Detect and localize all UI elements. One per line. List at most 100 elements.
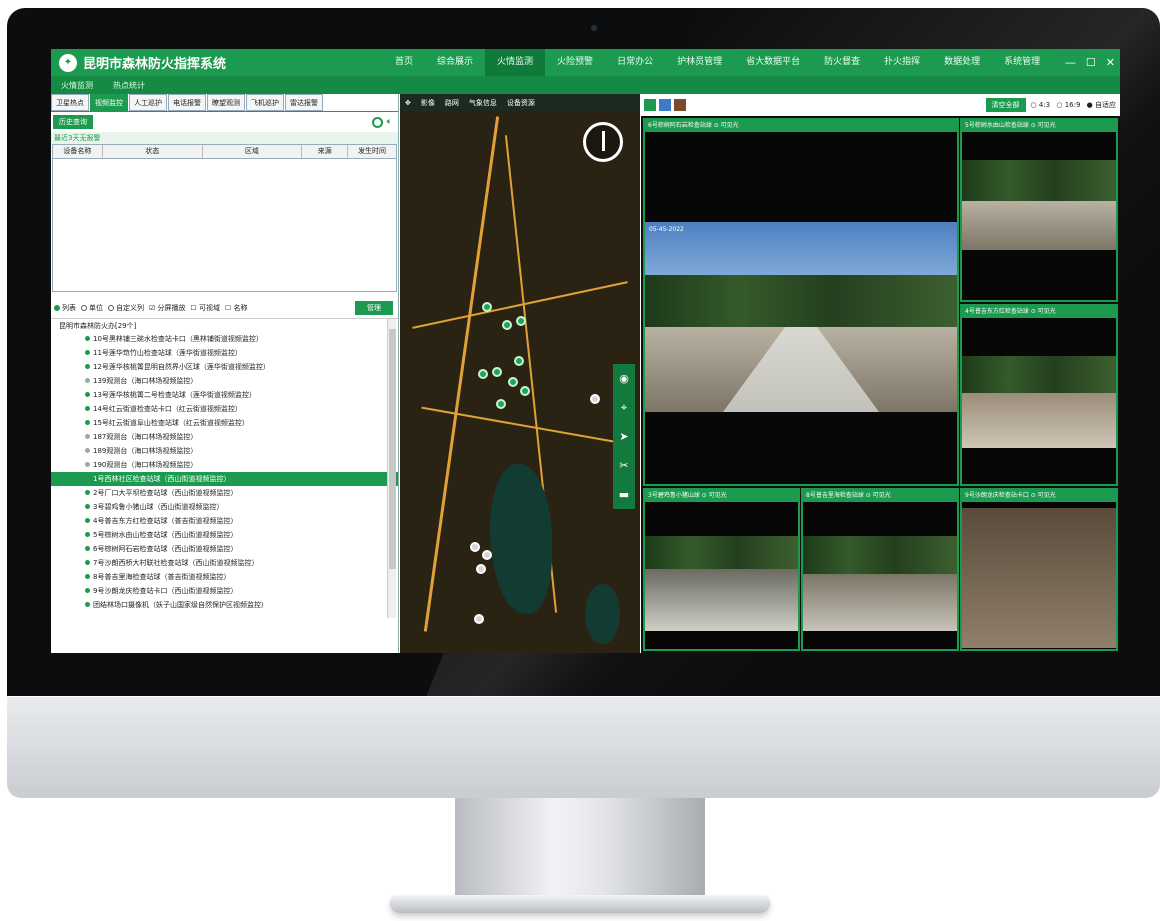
camera-marker-offline[interactable] — [482, 550, 492, 560]
ratio-adaptive[interactable]: ● 自适应 — [1087, 101, 1116, 109]
option-custom[interactable]: 自定义列 — [108, 303, 144, 313]
tree-scrollbar[interactable] — [387, 319, 396, 618]
nav-data[interactable]: 数据处理 — [932, 49, 992, 76]
tree-item-selected[interactable]: 1号西林社区检查站球（西山街道视频监控） — [51, 472, 398, 486]
move-icon[interactable]: ✥ — [400, 99, 416, 107]
camera-marker-offline[interactable] — [470, 542, 480, 552]
tree-item[interactable]: 3号碧鸡鲁小猪山球（西山街道视频监控） — [51, 500, 398, 514]
nav-system[interactable]: 系统管理 — [992, 49, 1052, 76]
tree-item[interactable]: 139观测台（海口林场视频监控） — [51, 374, 398, 388]
option-split-play[interactable]: ☑ 分屏播放 — [149, 303, 186, 313]
tab-radar[interactable]: 雷达报警 — [285, 94, 323, 111]
col-region[interactable]: 区域 — [203, 145, 303, 158]
tab-aircraft[interactable]: 飞机巡护 — [246, 94, 284, 111]
tree-item[interactable]: 14号红云街道检查站卡口（红云街道视频监控） — [51, 402, 398, 416]
tab-phone[interactable]: 电话报警 — [168, 94, 206, 111]
scrollbar-thumb[interactable] — [389, 329, 396, 569]
camera-marker[interactable] — [516, 316, 526, 326]
speaker-icon[interactable]: 🔈︎ — [387, 117, 392, 127]
tree-root[interactable]: 昆明市森林防火办[29个] — [51, 319, 398, 332]
tree-item[interactable]: 5号棕树水由山检查站球（西山街道视频监控） — [51, 528, 398, 542]
option-list[interactable]: 列表 — [54, 303, 76, 313]
tab-patrol[interactable]: 人工巡护 — [129, 94, 167, 111]
camera-marker-offline[interactable] — [476, 564, 486, 574]
camera-marker[interactable] — [492, 367, 502, 377]
tree-item[interactable]: 团结林场口摄像机（妖子山国家级自然保护区视频监控） — [51, 598, 398, 612]
tree-item[interactable]: 4号普吉东方红检查站球（普吉街道视频监控） — [51, 514, 398, 528]
tree-item[interactable]: 12号莲华核桃箐昆明自然界小区球（莲华街道视频监控） — [51, 360, 398, 374]
nav-ranger[interactable]: 护林员管理 — [665, 49, 734, 76]
subnav-fire-monitor[interactable]: 火情监测 — [51, 80, 103, 91]
tree-item[interactable]: 10号黑林铺三碗水检查站卡口（黑林铺街道视频监控） — [51, 332, 398, 346]
video-pane[interactable]: 5号棕树水由山检查站球 ⊙ 可见光 — [960, 118, 1118, 302]
refresh-icon[interactable] — [371, 116, 383, 128]
col-device[interactable]: 设备名称 — [53, 145, 103, 158]
minimize-icon[interactable]: — — [1060, 56, 1081, 69]
tree-item[interactable]: 6号棕树阿石岩检查站球（西山街道视频监控） — [51, 542, 398, 556]
tab-lookout[interactable]: 瞭望观测 — [207, 94, 245, 111]
map-view[interactable]: ✥ 影像 路网 气象信息 设备资源 ◉ ⌖ ➤ ✂ ▬ — [400, 94, 640, 653]
close-icon[interactable]: ✕ — [1101, 56, 1120, 69]
tool-camera-icon[interactable]: ◉ — [619, 372, 629, 385]
camera-marker[interactable] — [508, 377, 518, 387]
option-name[interactable]: ☐ 名称 — [225, 303, 248, 313]
nav-fire-risk[interactable]: 火险预警 — [545, 49, 605, 76]
nav-inspection[interactable]: 防火督查 — [812, 49, 872, 76]
compass-icon[interactable] — [583, 122, 623, 162]
nav-office[interactable]: 日常办公 — [605, 49, 665, 76]
ratio-4-3[interactable]: ○ 4:3 — [1031, 101, 1051, 109]
option-unit[interactable]: 单位 — [81, 303, 103, 313]
camera-marker[interactable] — [482, 302, 492, 312]
ratio-16-9[interactable]: ○ 16:9 — [1056, 101, 1080, 109]
camera-marker[interactable] — [502, 320, 512, 330]
video-pane[interactable]: 9号沙朗龙庆检查站卡口 ⊙ 可见光 — [960, 488, 1118, 651]
navigate-icon[interactable]: ➤ — [619, 430, 628, 443]
tree-item[interactable]: 187观测台（海口林场视频监控） — [51, 430, 398, 444]
video-pane[interactable]: 8号普吉里海检查站球 ⊙ 可见光 — [801, 488, 959, 651]
clear-all-button[interactable]: 清空全部 — [985, 98, 1026, 112]
tree-item[interactable]: 189观测台（海口林场视频监控） — [51, 444, 398, 458]
subnav-hotspot-stats[interactable]: 热点统计 — [103, 80, 155, 91]
layout-multi-icon[interactable] — [674, 99, 686, 111]
map-tool-devices[interactable]: 设备资源 — [502, 98, 540, 108]
tab-video[interactable]: 视频监控 — [90, 94, 128, 111]
maximize-icon[interactable]: ☐ — [1081, 56, 1101, 69]
col-time[interactable]: 发生时间 — [348, 145, 396, 158]
nav-overview[interactable]: 综合展示 — [425, 49, 485, 76]
location-pin-icon[interactable]: ⌖ — [621, 401, 627, 415]
layout-single-icon[interactable] — [644, 99, 656, 111]
folder-icon[interactable]: ▬ — [619, 488, 629, 501]
tree-item[interactable]: 11号莲华筇竹山检查站球（莲华街道视频监控） — [51, 346, 398, 360]
video-pane[interactable]: 3号碧鸡鲁小猪山球 ⊙ 可见光 — [643, 488, 800, 651]
col-status[interactable]: 状态 — [103, 145, 203, 158]
video-pane[interactable]: 4号普吉东方红检查站球 ⊙ 可见光 — [960, 304, 1118, 486]
measure-icon[interactable]: ✂ — [619, 459, 628, 472]
camera-marker[interactable] — [496, 399, 506, 409]
video-pane-main[interactable]: 6号棕树阿石岩检查站球 ⊙ 可见光 05-45-2022 — [643, 118, 959, 486]
tree-item[interactable]: 2号厂口大平坝检查站球（西山街道视频监控） — [51, 486, 398, 500]
history-query-button[interactable]: 历史查询 — [53, 115, 93, 129]
camera-marker-offline[interactable] — [474, 614, 484, 624]
tree-item[interactable]: 9号沙朗龙庆检查站卡口（西山街道视频监控） — [51, 584, 398, 598]
camera-marker[interactable] — [478, 369, 488, 379]
nav-command[interactable]: 扑火指挥 — [872, 49, 932, 76]
col-source[interactable]: 来源 — [302, 145, 349, 158]
camera-marker[interactable] — [514, 356, 524, 366]
manage-button[interactable]: 管理 — [355, 301, 393, 315]
tree-item[interactable]: 13号莲华核桃箐二号检查站球（莲华街道视频监控） — [51, 388, 398, 402]
nav-home[interactable]: 首页 — [383, 49, 425, 76]
map-tool-roads[interactable]: 路网 — [440, 98, 464, 108]
nav-bigdata[interactable]: 省大数据平台 — [734, 49, 812, 76]
map-tool-imagery[interactable]: 影像 — [416, 98, 440, 108]
camera-marker[interactable] — [520, 386, 530, 396]
map-tool-weather[interactable]: 气象信息 — [464, 98, 502, 108]
tree-item[interactable]: 7号沙朗西桥大村联社检查站球（西山街道视频监控） — [51, 556, 398, 570]
tree-item[interactable]: 190观测台（海口林场视频监控） — [51, 458, 398, 472]
tree-item[interactable]: 8号普吉里海检查站球（普吉街道视频监控） — [51, 570, 398, 584]
tree-item[interactable]: 15号红云街道阜山检查站球（红云街道视频监控） — [51, 416, 398, 430]
camera-marker-offline[interactable] — [590, 394, 600, 404]
nav-fire-monitoring[interactable]: 火情监测 — [485, 49, 546, 76]
tab-satellite[interactable]: 卫星热点 — [51, 94, 89, 111]
layout-grid-icon[interactable] — [659, 99, 671, 111]
option-visible[interactable]: ☐ 可视域 — [191, 303, 221, 313]
